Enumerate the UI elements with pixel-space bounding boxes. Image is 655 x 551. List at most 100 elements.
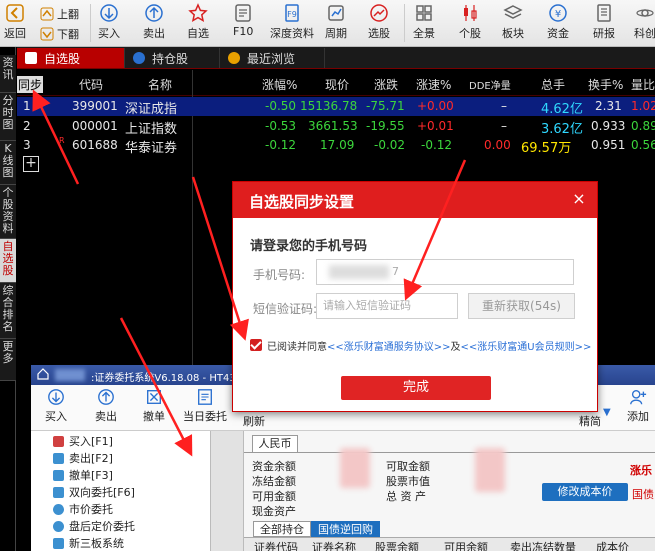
funds-button[interactable]: ¥ 资金: [547, 3, 569, 45]
svg-text:F9: F9: [287, 10, 297, 19]
done-button[interactable]: 完成: [341, 376, 491, 400]
header-ratio[interactable]: 量比: [631, 76, 655, 93]
buy-button[interactable]: 买入: [98, 3, 120, 45]
tree-item-bidirectional[interactable]: 双向委托[F6]: [53, 484, 135, 500]
panorama-button[interactable]: 全景: [413, 3, 435, 45]
tab-holdings[interactable]: 持仓股: [125, 48, 220, 68]
trade-sell-button[interactable]: 卖出: [95, 388, 117, 424]
phone-input[interactable]: 7: [316, 259, 574, 285]
trade-scrollbar[interactable]: [211, 431, 244, 551]
tree-item-neeq[interactable]: 新三板系统: [53, 535, 124, 551]
close-icon[interactable]: ×: [571, 190, 587, 208]
cancel-order-button[interactable]: 撤单: [143, 388, 165, 424]
sidebar-item-news[interactable]: 资讯: [0, 55, 16, 93]
agree-and: 及: [450, 341, 461, 353]
col-stock-balance[interactable]: 股票余额: [375, 539, 419, 551]
pct-change: -0.50: [265, 99, 297, 113]
header-pct[interactable]: 涨幅%: [262, 76, 297, 93]
header-volume[interactable]: 总手: [541, 76, 565, 93]
table-row[interactable]: 3 R 601688 华泰证券 -0.12 17.09 -0.02 -0.12 …: [17, 136, 655, 156]
resend-code-button[interactable]: 重新获取(54s): [468, 293, 575, 319]
row-index: 3: [23, 138, 31, 152]
tab-treasury-repo[interactable]: 国债逆回购: [311, 521, 380, 537]
treasury-link[interactable]: 国债: [632, 486, 654, 502]
page-up-button[interactable]: 上翻: [40, 4, 86, 23]
tab-holdings-label: 持仓股: [152, 51, 189, 66]
tree-item-buy[interactable]: 买入[F1]: [53, 433, 113, 449]
home-icon[interactable]: [37, 368, 49, 380]
header-name[interactable]: 名称: [148, 76, 172, 93]
tab-divider: [244, 452, 655, 453]
sidebar-item-kline[interactable]: K线图: [0, 141, 16, 185]
research-button[interactable]: 研报: [593, 3, 615, 45]
sidebar-item-more[interactable]: 更多: [0, 339, 16, 381]
volume-ratio: 0.56: [631, 138, 655, 152]
edit-cost-button[interactable]: 修改成本价: [542, 483, 628, 501]
dropdown-arrow-icon[interactable]: ▼: [603, 407, 611, 418]
turnover: 2.31: [595, 99, 622, 113]
col-cost-price[interactable]: 成本价: [596, 539, 629, 551]
header-turnover[interactable]: 换手%: [588, 76, 623, 93]
tree-item-sell[interactable]: 卖出[F2]: [53, 450, 113, 466]
tree-item-market-order[interactable]: 市价委托: [53, 501, 113, 517]
currency-tab-rmb[interactable]: 人民币: [252, 435, 298, 452]
back-arrow-icon: [6, 4, 24, 22]
add-stock-button[interactable]: +: [23, 156, 39, 172]
tree-item-label: 市价委托: [69, 503, 113, 516]
star-market-button[interactable]: 科创: [634, 3, 655, 45]
sidebar-item-watchlist[interactable]: 自选股: [0, 239, 16, 283]
tree-item-cancel[interactable]: 撤单[F3]: [53, 467, 113, 483]
turnover: 0.933: [591, 119, 626, 133]
trade-buy-button[interactable]: 买入: [45, 388, 67, 424]
header-speed[interactable]: 涨速%: [416, 76, 451, 93]
table-row[interactable]: 2 000001 上证指数 -0.53 3661.53 -19.55 +0.01…: [17, 117, 655, 137]
depth-info-button[interactable]: F9 深度资料: [270, 3, 314, 45]
toolbar-separator: [90, 4, 91, 42]
star-icon: [188, 3, 208, 22]
col-security-name[interactable]: 证券名称: [312, 539, 356, 551]
candle-icon: [464, 5, 477, 21]
tab-recent[interactable]: 最近浏览: [220, 48, 325, 68]
sidebar-item-ranking[interactable]: 综合排名: [0, 283, 16, 339]
header-code[interactable]: 代码: [79, 76, 103, 93]
stock-code: 399001: [72, 99, 118, 113]
page-down-button[interactable]: 下翻: [40, 24, 86, 43]
sidebar-item-stock-info[interactable]: 个股资料: [0, 185, 16, 239]
tree-item-after-hours[interactable]: 盘后定价委托: [53, 518, 135, 534]
period-label: 周期: [325, 27, 347, 40]
speed: -0.12: [421, 138, 453, 152]
sync-button[interactable]: 同步: [17, 76, 44, 93]
sidebar-item-intraday[interactable]: 分时图: [0, 93, 16, 141]
individual-stock-button[interactable]: 个股: [459, 3, 481, 45]
col-security-code[interactable]: 证券代码: [254, 539, 298, 551]
speed: +0.01: [417, 119, 454, 133]
col-sell-frozen[interactable]: 卖出冻结数量: [510, 539, 576, 551]
col-available-balance[interactable]: 可用余额: [444, 539, 488, 551]
row-index: 2: [23, 119, 31, 133]
funds-label: 资金: [547, 27, 569, 40]
today-orders-button[interactable]: 当日委托: [183, 388, 227, 424]
sector-button[interactable]: 板块: [502, 3, 524, 45]
service-agreement-link[interactable]: <<涨乐财富通服务协议>>: [327, 338, 451, 353]
tab-all-positions[interactable]: 全部持仓: [253, 521, 311, 537]
back-button[interactable]: 返回: [4, 3, 26, 45]
agree-checkbox[interactable]: [250, 339, 262, 351]
header-price[interactable]: 现价: [325, 76, 349, 93]
member-rules-link[interactable]: <<涨乐财富通U会员规则>>: [461, 338, 592, 353]
stock-select-button[interactable]: 选股: [368, 3, 390, 45]
header-chg[interactable]: 涨跌: [374, 76, 398, 93]
refresh-button[interactable]: 刷新: [243, 413, 265, 429]
table-row[interactable]: 1 399001 深证成指 -0.50 15136.78 -75.71 +0.0…: [17, 97, 655, 117]
sms-code-input[interactable]: 请输入短信验证码: [316, 293, 458, 319]
period-button[interactable]: 周期: [325, 3, 347, 45]
favorite-button[interactable]: 自选: [187, 3, 209, 45]
stock-code: 000001: [72, 119, 118, 133]
sell-button[interactable]: 卖出: [143, 3, 165, 45]
tab-watchlist[interactable]: 自选股: [17, 48, 125, 68]
compact-button[interactable]: 精简: [579, 413, 601, 429]
add-button[interactable]: 添加: [627, 388, 649, 424]
header-dde[interactable]: DDE净量: [469, 77, 511, 92]
stock-name: 深证成指: [125, 102, 178, 117]
f10-button[interactable]: F10: [233, 3, 253, 45]
phone-tail: 7: [392, 265, 399, 278]
